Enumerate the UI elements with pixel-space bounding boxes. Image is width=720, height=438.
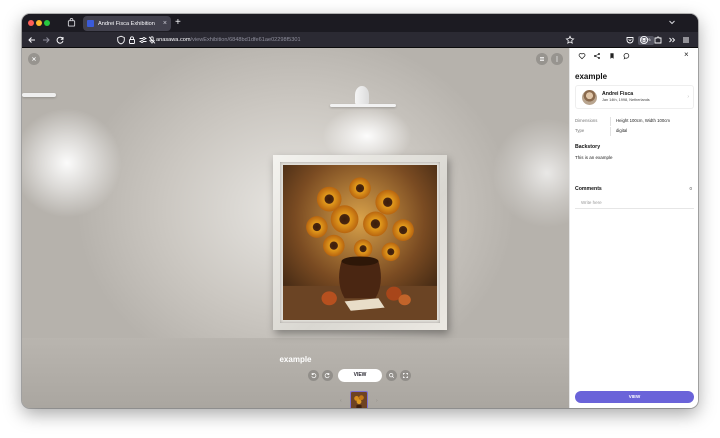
favicon-icon (87, 20, 94, 27)
comments-heading: Comments (575, 186, 602, 192)
reload-icon[interactable] (55, 35, 65, 45)
url-text[interactable]: anasawa.com/viewExhibition/6848bd1dfe61a… (156, 35, 301, 45)
url-host: anasawa.com (156, 37, 191, 43)
bookmark-star-icon[interactable] (565, 35, 575, 45)
panel-artwork-title: example (575, 72, 608, 81)
chevron-right-icon: › (687, 94, 689, 100)
artist-avatar (582, 90, 597, 105)
comment-input[interactable] (575, 197, 694, 209)
panel-toolbar: × (570, 48, 698, 64)
artwork-thumbnail[interactable] (350, 391, 368, 408)
close-viewer-button[interactable] (28, 53, 40, 65)
url-path: /viewExhibition/6848bd1dfe61ae02298f5301 (190, 37, 301, 43)
artwork-mat (280, 162, 440, 323)
lamp-head-center (355, 86, 369, 104)
close-window-button[interactable] (28, 20, 34, 26)
pocket-icon[interactable] (625, 35, 635, 45)
rotate-left-icon (311, 373, 317, 379)
chevron-down-icon[interactable] (667, 17, 677, 27)
tab-bar: Andrei Fisca Exhibition × + (22, 14, 698, 32)
extensions-icon[interactable] (653, 35, 663, 45)
close-tab-icon[interactable]: × (163, 20, 167, 27)
panel-view-button[interactable]: VIEW (575, 391, 694, 403)
meta-divider (610, 117, 611, 126)
shield-icon[interactable] (116, 35, 126, 45)
forward-arrow-icon[interactable] (41, 35, 51, 45)
rotate-right-button[interactable] (322, 370, 333, 381)
next-thumbnail-arrow[interactable]: › (376, 398, 378, 404)
hamburger-menu-icon[interactable] (681, 35, 691, 45)
zoom-in-button[interactable] (386, 370, 397, 381)
lamp-bar-center (330, 104, 396, 107)
shopping-bag-icon[interactable] (67, 18, 76, 27)
list-view-button[interactable] (536, 53, 548, 65)
back-arrow-icon[interactable] (27, 35, 37, 45)
close-icon (32, 57, 36, 61)
comments-count: 0 (689, 186, 692, 191)
lamp-left (22, 93, 56, 97)
rotate-left-button[interactable] (308, 370, 319, 381)
share-icon[interactable] (593, 52, 601, 60)
bookmark-icon[interactable] (608, 52, 616, 60)
maximize-window-button[interactable] (44, 20, 50, 26)
new-tab-button[interactable]: + (175, 16, 181, 30)
rotate-right-icon (324, 373, 330, 379)
artwork-title: example (279, 355, 312, 364)
more-vertical-icon (556, 56, 558, 62)
backstory-heading: Backstory (575, 144, 601, 150)
zoom-icon (389, 373, 394, 378)
navigation-bar: anasawa.com/viewExhibition/6848bd1dfe61a… (22, 32, 698, 48)
dimensions-label: Dimensions (575, 118, 598, 123)
gallery-viewer[interactable]: example VIEW ‹ › (22, 48, 569, 408)
minimize-window-button[interactable] (36, 20, 42, 26)
view-artwork-button[interactable]: VIEW (338, 369, 382, 382)
overflow-chevrons-icon[interactable] (667, 35, 677, 45)
type-value: digital (616, 128, 628, 133)
artwork-details-panel: × example Andrei Fisca Jan 14th, 1998, N… (569, 48, 698, 408)
gallery-floor (22, 338, 569, 408)
meta-divider (610, 127, 611, 136)
backstory-text: This is an example (575, 155, 613, 160)
heart-icon[interactable] (578, 52, 586, 60)
artwork-frame[interactable] (273, 155, 447, 330)
fullscreen-button[interactable] (400, 370, 411, 381)
viewer-controls: VIEW (308, 369, 412, 383)
artist-meta: Jan 14th, 1998, Netherlands (602, 98, 650, 102)
dimensions-value: Height 100cm, Width 100cm (616, 118, 670, 123)
close-panel-icon[interactable]: × (684, 50, 689, 60)
sunflower-painting-image (283, 165, 437, 320)
account-icon[interactable] (639, 35, 649, 45)
comment-icon[interactable] (623, 52, 631, 60)
artist-name: Andrei Fisca (602, 91, 634, 97)
address-bar[interactable]: anasawa.com/viewExhibition/6848bd1dfe61a… (112, 34, 654, 46)
artist-card[interactable]: Andrei Fisca Jan 14th, 1998, Netherlands… (575, 85, 694, 109)
thumbnail-image (351, 392, 367, 408)
more-options-button[interactable] (551, 53, 563, 65)
prev-thumbnail-arrow[interactable]: ‹ (340, 398, 342, 404)
lock-icon[interactable] (127, 35, 137, 45)
list-icon (540, 57, 544, 61)
fullscreen-icon (403, 373, 408, 378)
page-content: example VIEW ‹ › × example Andrei Fisca … (22, 48, 698, 408)
browser-window: Andrei Fisca Exhibition × + anasawa.com/… (22, 14, 698, 408)
wall-light-left (22, 108, 122, 218)
tab-active[interactable]: Andrei Fisca Exhibition × (83, 16, 171, 31)
type-label: Type (575, 128, 585, 133)
tab-title: Andrei Fisca Exhibition (98, 20, 155, 27)
wall-light-right (492, 118, 569, 228)
